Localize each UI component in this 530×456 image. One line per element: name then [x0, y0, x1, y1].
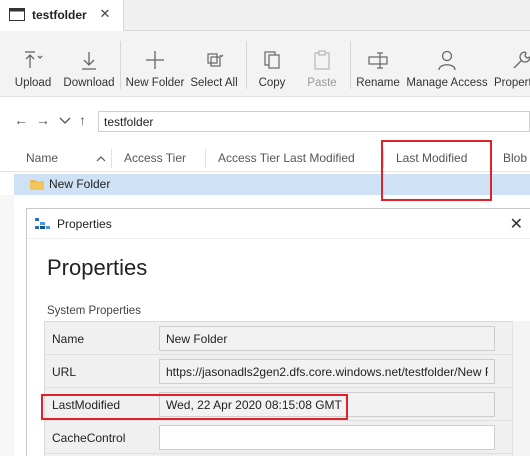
property-label: URL	[52, 365, 77, 379]
up-arrow-icon[interactable]: ↑	[79, 112, 86, 128]
download-button[interactable]: Download	[62, 39, 116, 95]
paste-icon	[314, 50, 330, 70]
new-folder-button[interactable]: New Folder	[125, 39, 185, 95]
paste-button[interactable]: Paste	[300, 39, 344, 95]
wrench-icon	[513, 51, 530, 69]
column-name[interactable]: Name	[26, 145, 58, 172]
toolbar-separator	[350, 41, 351, 89]
path-input[interactable]: testfolder	[98, 111, 530, 132]
background-pane	[0, 195, 14, 456]
tab-testfolder[interactable]: testfolder ✕	[0, 0, 124, 31]
scrollbar[interactable]	[512, 321, 530, 456]
download-icon	[82, 52, 96, 70]
column-access-tier[interactable]: Access Tier	[124, 145, 186, 172]
dialog-titlebar: Properties ✕	[27, 209, 530, 239]
toolbar: Upload Download New Folder Select All Co…	[0, 31, 530, 97]
column-separator[interactable]	[111, 149, 112, 168]
toolbar-separator	[120, 41, 121, 89]
upload-button[interactable]: Upload	[6, 39, 60, 95]
address-bar: ← → ↑ testfolder	[0, 109, 530, 135]
back-arrow-icon[interactable]: ←	[14, 112, 28, 128]
copy-label: Copy	[258, 77, 286, 89]
property-row-cachecontrol: CacheControl	[45, 421, 530, 454]
property-value-field[interactable]: https://jasonadls2gen2.dfs.core.windows.…	[159, 359, 495, 384]
properties-button[interactable]: Properties	[490, 39, 530, 95]
tab-bar: testfolder ✕	[0, 0, 530, 31]
storage-explorer-window: testfolder ✕ Upload Download New Folder	[0, 0, 530, 456]
storage-explorer-icon	[35, 218, 50, 229]
container-icon	[9, 8, 25, 21]
copy-icon	[264, 51, 280, 69]
select-all-button[interactable]: Select All	[188, 39, 240, 95]
manage-access-label: Manage Access	[406, 77, 488, 89]
manage-access-button[interactable]: Manage Access	[406, 39, 488, 95]
properties-label: Properties	[494, 77, 530, 89]
forward-arrow-icon[interactable]: →	[36, 112, 50, 128]
lastmodified-value-highlight	[41, 394, 348, 420]
upload-icon	[25, 51, 43, 68]
upload-label: Upload	[14, 77, 52, 89]
close-tab-icon[interactable]: ✕	[97, 6, 113, 22]
folder-icon	[30, 180, 44, 190]
property-row-name: Name New Folder	[45, 322, 530, 355]
property-label: Name	[52, 332, 85, 346]
select-all-icon	[207, 53, 224, 67]
property-value: New Folder	[166, 332, 228, 346]
person-icon	[438, 50, 456, 71]
property-value-field[interactable]	[159, 425, 495, 450]
property-row-url: URL https://jasonadls2gen2.dfs.core.wind…	[45, 355, 530, 388]
plus-icon	[146, 51, 164, 69]
column-separator[interactable]	[205, 149, 206, 168]
download-label: Download	[63, 77, 115, 89]
rename-button[interactable]: Rename	[354, 39, 402, 95]
last-modified-highlight	[381, 140, 492, 201]
column-blob[interactable]: Blob	[503, 145, 527, 172]
dialog-heading: Properties	[47, 255, 148, 280]
rename-icon	[368, 52, 388, 69]
system-properties-label: System Properties	[47, 305, 141, 317]
tab-title: testfolder	[32, 8, 87, 22]
path-text: testfolder	[104, 115, 154, 129]
rename-label: Rename	[356, 77, 400, 89]
chevron-down-icon[interactable]	[59, 117, 71, 125]
close-dialog-icon[interactable]: ✕	[510, 214, 523, 234]
paste-label: Paste	[307, 77, 337, 89]
sort-ascending-icon	[96, 156, 106, 162]
select-all-label: Select All	[190, 77, 238, 89]
column-access-tier-last-modified[interactable]: Access Tier Last Modified	[218, 145, 355, 172]
new-folder-label: New Folder	[125, 77, 185, 89]
dialog-window-title: Properties	[57, 217, 112, 231]
properties-grid: Name New Folder URL https://jasonadls2ge…	[44, 321, 530, 456]
list-item-name: New Folder	[49, 177, 111, 191]
property-label: CacheControl	[52, 431, 126, 445]
property-value-field[interactable]: New Folder	[159, 326, 495, 351]
property-value: https://jasonadls2gen2.dfs.core.windows.…	[166, 365, 488, 379]
toolbar-separator	[246, 41, 247, 89]
copy-button[interactable]: Copy	[250, 39, 294, 95]
